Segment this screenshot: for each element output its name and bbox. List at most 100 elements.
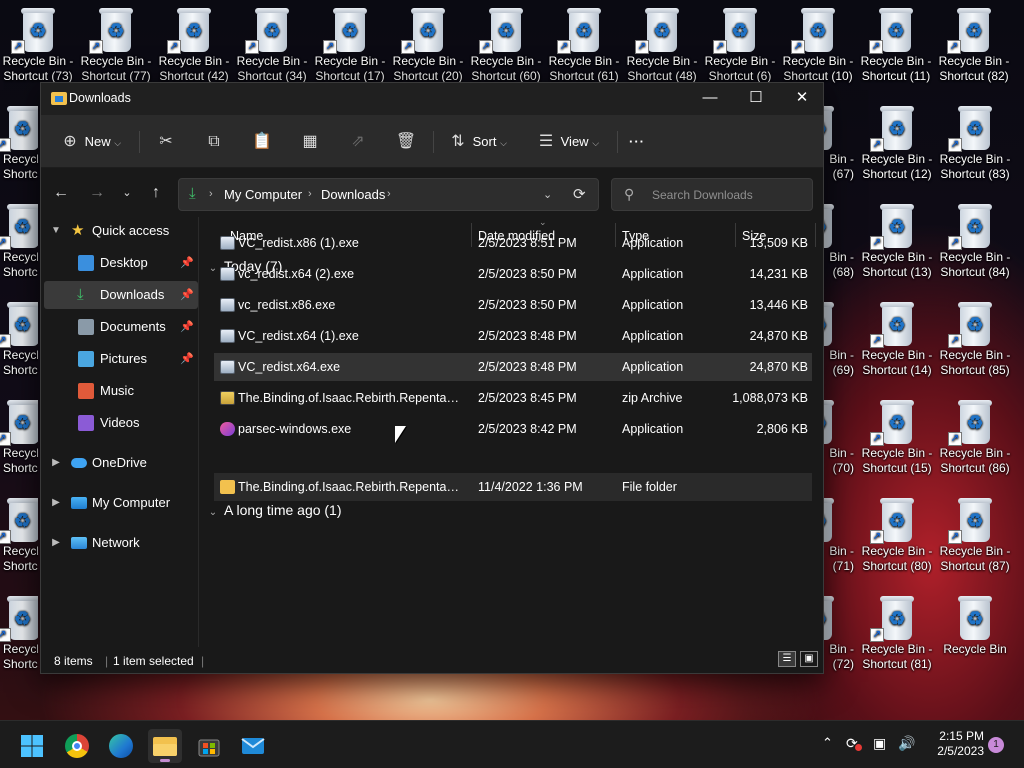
delete-button[interactable]: 🗑 xyxy=(395,127,417,157)
share-button[interactable]: ⇗ xyxy=(347,127,369,157)
sidebar-item-music[interactable]: Music xyxy=(44,377,198,405)
pin-icon[interactable]: 📌 xyxy=(180,313,194,341)
sidebar-item-my-computer[interactable]: ▶ My Computer xyxy=(44,489,198,517)
file-explorer-window: Downloads — ☐ ✕ ⊕ New ⌵ ✂ ⧉ 📋 ▦ ⇗ 🗑 ⇅ So… xyxy=(40,82,824,726)
view-button[interactable]: ☰ View ⌵ xyxy=(535,127,599,157)
sidebar-item-desktop[interactable]: Desktop 📌 xyxy=(44,249,198,277)
recycle-bin-shortcut[interactable]: ♻ ↗ Recycle Bin - Shortcut (84) xyxy=(936,196,1014,292)
more-options-button[interactable]: ··· xyxy=(629,127,645,157)
recycle-bin-shortcut[interactable]: ♻ ↗ Recycle Bin - Shortcut (87) xyxy=(936,490,1014,586)
title-bar[interactable]: Downloads — ☐ ✕ xyxy=(41,83,823,115)
recycle-bin-shortcut[interactable]: ♻ Recycle Bin xyxy=(936,588,1014,684)
close-button[interactable]: ✕ xyxy=(779,83,825,115)
sidebar-item-documents[interactable]: Documents 📌 xyxy=(44,313,198,341)
clock[interactable]: 2:15 PM 2/5/2023 xyxy=(928,729,984,759)
sidebar-item-quick-access[interactable]: ▼ ★ Quick access xyxy=(44,217,198,245)
column-divider[interactable] xyxy=(815,223,816,247)
icon-label-line1: Recycle xyxy=(3,544,38,558)
recycle-bin-shortcut[interactable]: ♻↗RecycleShortc xyxy=(0,588,38,684)
pin-icon[interactable]: 📌 xyxy=(180,281,194,309)
minimize-button[interactable]: — xyxy=(687,83,733,115)
file-row[interactable]: The.Binding.of.Isaac.Rebirth.Repentance.… xyxy=(214,384,812,412)
breadcrumb-downloads[interactable]: Downloads xyxy=(321,187,385,202)
recycle-bin-shortcut[interactable]: ♻ ↗ Recycle Bin - Shortcut (82) xyxy=(935,0,1013,96)
chrome-button[interactable] xyxy=(60,729,94,763)
chevron-up-icon[interactable]: ⌃ xyxy=(822,735,833,751)
refresh-icon[interactable]: ⟳ xyxy=(573,185,586,203)
recycle-bin-shortcut[interactable]: ♻ ↗ Recycle Bin - Shortcut (11) xyxy=(857,0,935,96)
tiles-view-button[interactable]: ▣ xyxy=(800,651,818,667)
notification-badge[interactable]: 1 xyxy=(988,737,1004,753)
pin-icon[interactable]: 📌 xyxy=(180,249,194,277)
icon-label-line1: Recycle Bin - xyxy=(861,152,933,166)
maximize-button[interactable]: ☐ xyxy=(733,83,779,115)
icon-label-line2: Shortc xyxy=(3,559,38,573)
sort-label: Sort xyxy=(472,134,497,149)
chevron-down-icon[interactable]: ⌄ xyxy=(543,188,552,201)
new-button[interactable]: ⊕ New ⌵ xyxy=(59,127,121,157)
sidebar-item-downloads[interactable]: ⤓ Downloads 📌 xyxy=(44,281,198,309)
copy-button[interactable]: ⧉ xyxy=(203,127,225,157)
chevron-right-icon[interactable]: ▶ xyxy=(50,529,62,557)
recycle-bin-shortcut[interactable]: ♻ ↗ Recycle Bin - Shortcut (81) xyxy=(858,588,936,684)
group-header-long-ago[interactable]: ⌄ A long time ago (1) xyxy=(202,499,342,521)
recent-locations-button[interactable]: ⌄ xyxy=(113,179,141,207)
installer-icon xyxy=(220,236,235,250)
recycle-bin-shortcut[interactable]: ♻ ↗ Recycle Bin - Shortcut (14) xyxy=(858,294,936,390)
recycle-bin-shortcut[interactable]: ♻ ↗ Recycle Bin - Shortcut (86) xyxy=(936,392,1014,488)
cut-button[interactable]: ✂ xyxy=(155,127,177,157)
folder-icon xyxy=(51,92,67,105)
sync-icon[interactable]: ⟳ xyxy=(846,735,862,752)
recycle-bin-shortcut[interactable]: ♻ ↗ Recycle Bin - Shortcut (83) xyxy=(936,98,1014,194)
store-button[interactable] xyxy=(192,729,226,763)
file-row[interactable]: The.Binding.of.Isaac.Rebirth.Repentance.… xyxy=(214,473,812,501)
recycle-bin-shortcut[interactable]: ♻ ↗ Recycle Bin - Shortcut (15) xyxy=(858,392,936,488)
up-button[interactable]: ↑ xyxy=(142,179,170,207)
sort-button[interactable]: ⇅ Sort ⌵ xyxy=(447,127,507,157)
sidebar-item-videos[interactable]: Videos xyxy=(44,409,198,437)
file-explorer-button[interactable] xyxy=(148,729,182,763)
details-view-button[interactable]: ☰ xyxy=(778,651,796,667)
mail-button[interactable] xyxy=(236,729,270,763)
chevron-right-icon: › xyxy=(209,188,213,200)
recycle-bin-shortcut[interactable]: ♻ ↗ Recycle Bin - Shortcut (85) xyxy=(936,294,1014,390)
chevron-right-icon[interactable]: ▶ xyxy=(50,489,62,517)
file-row[interactable]: VC_redist.x86 (1).exe 2/5/2023 8:51 PM App… xyxy=(214,229,812,257)
file-row[interactable]: parsec-windows.exe 2/5/2023 8:42 PM Applic… xyxy=(214,415,812,443)
file-row[interactable]: vc_redist.x64 (2).exe 2/5/2023 8:50 PM App… xyxy=(214,260,812,288)
breadcrumb-my-computer[interactable]: My Computer xyxy=(224,187,302,202)
recycle-bin-shortcut[interactable]: ♻↗RecycleShortc xyxy=(0,196,38,292)
rename-button[interactable]: ▦ xyxy=(299,127,321,157)
chevron-right-icon: › xyxy=(308,188,312,200)
edge-button[interactable] xyxy=(104,729,138,763)
recycle-bin-shortcut[interactable]: ♻↗RecycleShortc xyxy=(0,392,38,488)
sidebar-item-network[interactable]: ▶ Network xyxy=(44,529,198,557)
chevron-down-icon[interactable]: ▼ xyxy=(50,217,62,245)
recycle-bin-shortcut[interactable]: ♻ ↗ Recycle Bin - Shortcut (13) xyxy=(858,196,936,292)
sidebar-item-pictures[interactable]: Pictures 📌 xyxy=(44,345,198,373)
recycle-bin-shortcut[interactable]: ♻↗RecycleShortc xyxy=(0,490,38,586)
music-icon xyxy=(78,383,94,399)
back-button[interactable]: ← xyxy=(47,179,75,207)
address-bar[interactable]: ⤓ › My Computer › Downloads › ⌄ ⟳ xyxy=(178,178,599,211)
icon-label-line1: Recycle Bin - xyxy=(626,54,698,68)
chevron-right-icon[interactable]: ▶ xyxy=(50,449,62,477)
file-row[interactable]: VC_redist.x64.exe 2/5/2023 8:48 PM Applica… xyxy=(214,353,812,381)
recycle-bin-shortcut[interactable]: ♻↗RecycleShortc xyxy=(0,98,38,194)
network-tray-icon[interactable]: ▣ xyxy=(873,735,886,752)
file-row[interactable]: VC_redist.x64 (1).exe 2/5/2023 8:48 PM App… xyxy=(214,322,812,350)
sidebar-label: Downloads xyxy=(100,287,165,302)
sidebar-item-onedrive[interactable]: ▶ OneDrive xyxy=(44,449,198,477)
forward-button[interactable]: → xyxy=(83,179,111,207)
recycle-bin-shortcut[interactable]: ♻ ↗ Recycle Bin - Shortcut (12) xyxy=(858,98,936,194)
pin-icon[interactable]: 📌 xyxy=(180,345,194,373)
recycle-bin-icon: ♻↗ xyxy=(89,8,135,54)
shortcut-arrow-icon: ↗ xyxy=(0,628,11,642)
start-button[interactable] xyxy=(15,729,49,763)
recycle-bin-shortcut[interactable]: ♻↗RecycleShortc xyxy=(0,294,38,390)
paste-button[interactable]: 📋 xyxy=(251,127,273,157)
search-box[interactable]: ⚲ Search Downloads xyxy=(611,178,813,211)
recycle-bin-shortcut[interactable]: ♻ ↗ Recycle Bin - Shortcut (80) xyxy=(858,490,936,586)
volume-icon[interactable]: 🔊 xyxy=(898,735,915,752)
file-row[interactable]: vc_redist.x86.exe 2/5/2023 8:50 PM Applica… xyxy=(214,291,812,319)
